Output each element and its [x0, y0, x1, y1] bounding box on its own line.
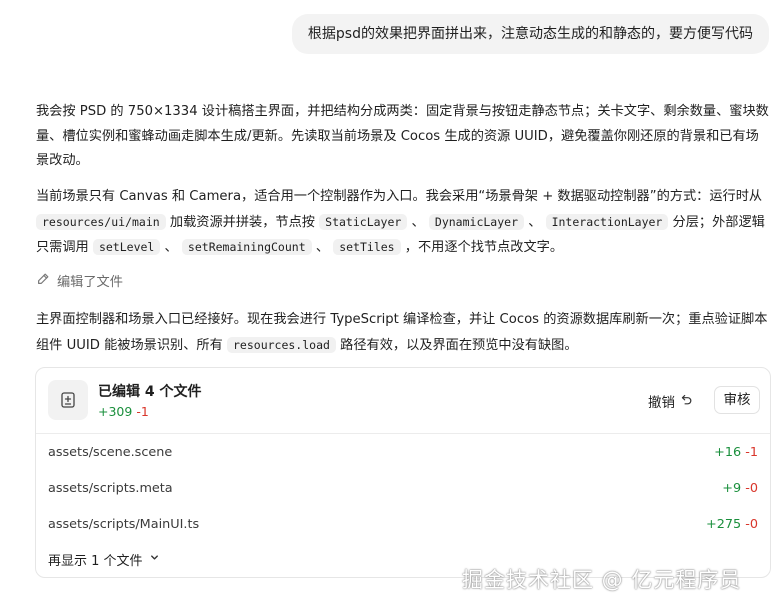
diff-summary: +309 -1 — [98, 404, 149, 419]
inline-code: setRemainingCount — [181, 239, 312, 255]
file-added: +275 — [706, 516, 742, 532]
file-row[interactable]: assets/scripts.meta +9 -0 — [48, 478, 758, 498]
show-more-label: 再显示 1 个文件 — [48, 554, 143, 569]
file-path: assets/scripts.meta — [48, 480, 173, 496]
added-count: +309 — [98, 404, 133, 419]
inline-code: DynamicLayer — [428, 213, 524, 230]
file-path: assets/scene.scene — [48, 444, 173, 460]
assistant-paragraph-1: 我会按 PSD 的 750×1334 设计稿搭主界面，并把结构分成两类：固定背景… — [36, 104, 769, 168]
undo-icon — [679, 392, 693, 410]
undo-button[interactable]: 撤销 — [648, 388, 693, 414]
removed-count: -1 — [136, 404, 149, 419]
card-header: 已编辑 4 个文件 +309 -1 撤销 审核 — [36, 368, 770, 434]
paragraph-text: 、 — [311, 240, 334, 255]
inline-code: InteractionLayer — [545, 213, 669, 230]
assistant-paragraph-2: 当前场景只有 Canvas 和 Camera，适合用一个控制器作为入口。我会采用… — [36, 185, 772, 261]
file-path: assets/scripts/MainUI.ts — [48, 516, 200, 532]
edited-file-indicator[interactable]: 编辑了文件 — [36, 271, 123, 290]
pencil-icon — [36, 272, 50, 290]
file-row[interactable]: assets/scripts/MainUI.ts +275 -0 — [48, 514, 758, 534]
paragraph-text: 路径有效，以及界面在预览中没有缺图。 — [335, 337, 578, 353]
assistant-paragraph-4: 主界面控制器和场景入口已经接好。现在我会进行 TypeScript 编译检查，并… — [36, 308, 772, 358]
show-more-files-button[interactable]: 再显示 1 个文件 — [48, 550, 160, 569]
file-removed: -0 — [745, 480, 758, 496]
paragraph-text: 加载资源并拼装，节点按 — [165, 214, 320, 230]
inline-code: resources.load — [227, 336, 336, 353]
file-diff: +16 -1 — [714, 445, 758, 460]
file-diff: +9 -0 — [722, 481, 758, 496]
watermark: 掘金技术社区 @ 亿元程序员 — [462, 568, 742, 592]
edited-file-label: 编辑了文件 — [57, 275, 123, 290]
card-title: 已编辑 4 个文件 — [98, 384, 202, 400]
paragraph-text: 、 — [160, 240, 182, 255]
edited-files-card: 已编辑 4 个文件 +309 -1 撤销 审核 assets/scene.sce… — [35, 367, 771, 578]
inline-code: setTiles — [333, 239, 401, 255]
paragraph-text: 当前场景只有 Canvas 和 Camera，适合用一个控制器作为入口。我会采用… — [36, 189, 763, 204]
file-removed: -1 — [745, 444, 758, 460]
chevron-down-icon — [149, 552, 160, 567]
paragraph-text: 、 — [524, 214, 546, 230]
inline-code: StaticLayer — [319, 213, 408, 230]
inline-code: resources/ui/main — [36, 213, 166, 230]
file-removed: -0 — [745, 516, 758, 532]
inline-code: setLevel — [92, 239, 161, 255]
review-button[interactable]: 审核 — [714, 386, 760, 414]
paragraph-text: 、 — [407, 214, 429, 230]
file-row[interactable]: assets/scene.scene +16 -1 — [48, 442, 758, 462]
file-diff: +275 -0 — [706, 517, 758, 532]
file-added: +9 — [722, 480, 742, 496]
user-message-bubble: 根据psd的效果把界面拼出来，注意动态生成的和静态的，要方便写代码 — [291, 14, 769, 54]
paragraph-text: ，不用逐个找节点改文字。 — [400, 240, 564, 255]
file-added: +16 — [714, 444, 742, 460]
file-diff-icon — [48, 380, 88, 420]
undo-label: 撤销 — [648, 395, 675, 411]
